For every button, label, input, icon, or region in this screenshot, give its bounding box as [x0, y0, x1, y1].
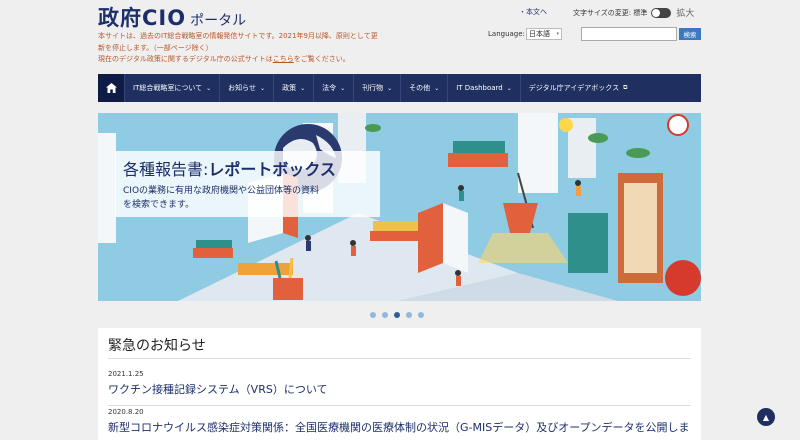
emergency-title: 緊急のお知らせ: [108, 338, 206, 354]
chevron-down-icon: ⌄: [506, 84, 512, 92]
chevron-down-icon: ⌄: [260, 84, 266, 92]
nav-item-news[interactable]: お知らせ ⌄: [219, 74, 273, 102]
nav-item-label: IT総合戦略室について: [133, 84, 203, 92]
font-size-switch: 文字サイズの変更: 標準 拡大: [573, 6, 694, 19]
nav-home[interactable]: [98, 74, 124, 102]
logo-sub-text: ポータル: [190, 13, 247, 29]
nav-item-label: 刊行物: [362, 84, 384, 92]
notice-line-3: 現在のデジタル政策に関するデジタル庁の公式サイトはこちらをご覧ください。: [98, 54, 403, 66]
news-link[interactable]: ワクチン接種記録システム（VRS）について: [108, 381, 691, 397]
nav-item-label: IT Dashboard: [456, 84, 503, 92]
font-size-large-label: 拡大: [676, 9, 695, 19]
site-header: 政府CIO ポータル 本サイトは、過去のIT総合戦略室の情報発信サイトです。20…: [0, 0, 800, 74]
digital-agency-link[interactable]: こちら: [273, 55, 294, 63]
carousel-dots: [370, 312, 424, 318]
notice-line-3-tail: をご覧ください。: [293, 55, 350, 63]
skip-to-content-link[interactable]: ・本文へ: [519, 7, 547, 17]
news-date: 2020.8.20: [108, 408, 144, 416]
home-icon: [105, 83, 117, 93]
site-notice: 本サイトは、過去のIT総合戦略室の情報発信サイトです。2021年9月以降、原則と…: [98, 31, 403, 66]
chevron-down-icon: ⌄: [387, 84, 393, 92]
hero-title: 各種報告書:レポートボックス: [123, 156, 372, 180]
divider: [108, 405, 691, 406]
news-link[interactable]: 新型コロナウイルス感染症対策関係：全国医療機関の医療体制の状況（G-MISデータ…: [108, 419, 691, 435]
emergency-notices: 緊急のお知らせ 2021.1.25 ワクチン接種記録システム（VRS）について …: [98, 328, 701, 440]
divider: [108, 358, 691, 359]
nav-item-idea-box[interactable]: デジタル庁アイデアボックス ⧉: [519, 74, 636, 102]
nav-item-label: 法令: [322, 84, 337, 92]
nav-item-label: お知らせ: [228, 84, 257, 92]
hero-text-line-1: CIOの業務に有用な政府機関や公益団体等の資料: [123, 186, 320, 196]
carousel-dot[interactable]: [406, 312, 412, 318]
nav-item-about[interactable]: IT総合戦略室について ⌄: [124, 74, 219, 102]
notice-line-2: 新を停止します。（一部ページ除く）: [98, 43, 213, 52]
nav-item-publications[interactable]: 刊行物 ⌄: [353, 74, 400, 102]
language-value: 日本語: [529, 30, 550, 38]
nav-item-policy[interactable]: 政策 ⌄: [273, 74, 313, 102]
nav-item-label: 政策: [282, 84, 297, 92]
carousel-dot-active[interactable]: [394, 312, 400, 318]
chevron-down-icon: ▾: [556, 31, 559, 37]
chevron-up-icon: ▲: [762, 412, 770, 422]
nav-item-it-dashboard[interactable]: IT Dashboard ⌄: [447, 74, 520, 102]
carousel-dot[interactable]: [418, 312, 424, 318]
site-logo[interactable]: 政府CIO ポータル: [98, 2, 246, 32]
logo-main-text: 政府CIO: [98, 6, 187, 30]
nav-item-label: デジタル庁アイデアボックス: [528, 84, 620, 92]
chevron-down-icon: ⌄: [300, 84, 306, 92]
search-input[interactable]: [581, 27, 677, 41]
notice-line-1: 本サイトは、過去のIT総合戦略室の情報発信サイトです。2021年9月以降、原則と…: [98, 32, 378, 40]
nav-item-law[interactable]: 法令 ⌄: [313, 74, 353, 102]
chevron-down-icon: ⌄: [434, 84, 440, 92]
font-size-toggle[interactable]: [651, 7, 672, 18]
news-date: 2021.1.25: [108, 370, 144, 378]
hero-title-bold: レポートボックス: [208, 160, 336, 179]
main-nav: IT総合戦略室について ⌄ お知らせ ⌄ 政策 ⌄ 法令 ⌄ 刊行物 ⌄ その他 ⌄ IT …: [98, 74, 701, 102]
external-link-icon: ⧉: [623, 84, 628, 91]
news-item: 2020.8.20 新型コロナウイルス感染症対策関係：全国医療機関の医療体制の状…: [108, 408, 691, 435]
back-to-top-button[interactable]: ▲: [757, 408, 775, 426]
search-button[interactable]: 検索: [679, 28, 701, 40]
hero-title-prefix: 各種報告書:: [123, 160, 209, 179]
carousel-dot[interactable]: [382, 312, 388, 318]
nav-item-other[interactable]: その他 ⌄: [400, 74, 447, 102]
chevron-down-icon: ⌄: [340, 84, 346, 92]
carousel-dot[interactable]: [370, 312, 376, 318]
notice-line-3-text: 現在のデジタル政策に関するデジタル庁の公式サイトは: [98, 55, 273, 63]
nav-item-label: その他: [409, 84, 431, 92]
language-label: Language:: [488, 30, 525, 38]
news-item: 2021.1.25 ワクチン接種記録システム（VRS）について: [108, 370, 691, 406]
hero-caption: 各種報告書:レポートボックス CIOの業務に有用な政府機関や公益団体等の資料 を…: [115, 151, 380, 217]
hero-text-line-2: を検索できます。: [123, 200, 195, 210]
hero-banner[interactable]: 各種報告書:レポートボックス CIOの業務に有用な政府機関や公益団体等の資料 を…: [98, 113, 701, 301]
language-select[interactable]: 日本語 ▾: [526, 28, 562, 40]
font-size-label: 文字サイズの変更: 標準: [573, 8, 648, 17]
chevron-down-icon: ⌄: [206, 84, 212, 92]
